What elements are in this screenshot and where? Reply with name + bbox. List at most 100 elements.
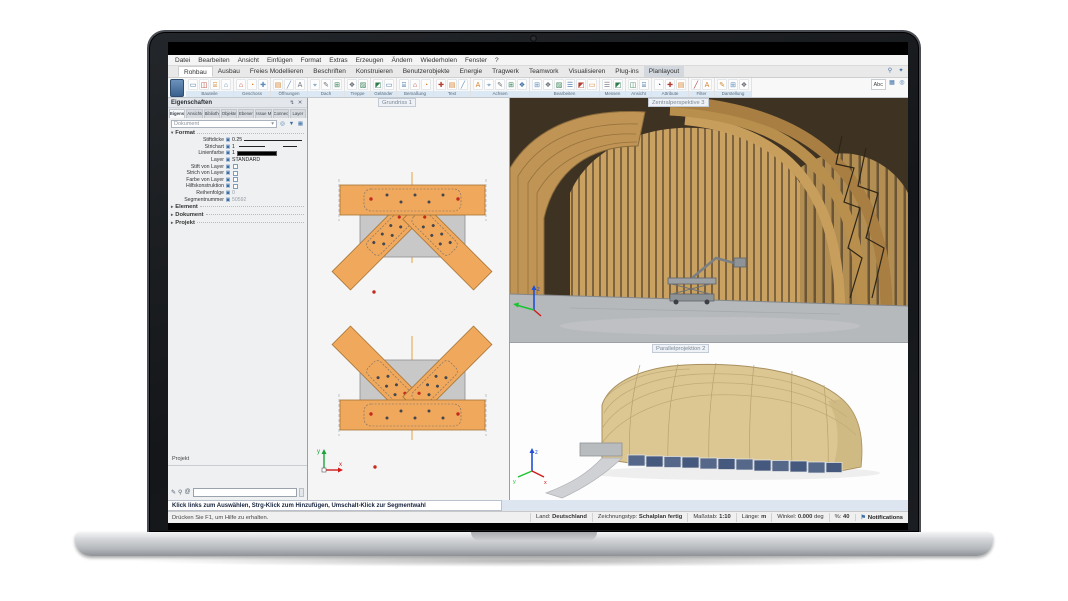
menu-item-einfgen[interactable]: Einfügen [263,57,297,64]
toolbar-icon[interactable]: ❖ [517,79,527,90]
toolbar-icon[interactable]: ◩ [373,79,383,90]
toolbar-icon[interactable]: ⊞ [728,79,738,90]
ribbon-tab-freiesmodellieren[interactable]: Freies Modellieren [245,66,308,77]
search-properties-icon[interactable]: ◎ [279,121,286,127]
property-checkbox[interactable] [233,171,238,176]
chord-beam[interactable] [340,185,485,215]
viewport-plan[interactable]: Grundriss 1 [308,98,510,500]
panel-tab-bibliothek[interactable]: Bibliothek [204,109,220,118]
close-panel-icon[interactable]: ✕ [296,99,304,107]
toolbar-icon[interactable]: ▤ [273,79,283,90]
panel-tab-eigensch[interactable]: Eigensch... [169,109,185,118]
property-checkbox[interactable] [233,184,238,189]
ribbon-tab-tragwerk[interactable]: Tragwerk [487,66,524,77]
format-section-header[interactable]: ▾ Format [168,129,307,137]
panel-tab-objekte[interactable]: Objekte [221,109,237,118]
menu-item-wiederholen[interactable]: Wiederholen [416,57,461,64]
panel-tab-layer[interactable]: Layer [290,109,306,118]
menu-item-format[interactable]: Format [297,57,326,64]
app-logo-icon[interactable] [170,79,184,97]
toolbar-icon[interactable]: ⌸ [639,79,649,90]
filter-icon[interactable]: ▼ [288,121,295,127]
stamp-icon[interactable]: ⚲ [178,489,182,496]
section-projekt[interactable]: ▸Projekt [168,219,307,227]
viewport-parallel[interactable]: Parallelprojektion 2 [510,343,908,500]
ribbon-tab-rohbau[interactable]: Rohbau [178,66,213,77]
toolbar-icon[interactable]: ◔ [421,79,431,90]
menu-item-extras[interactable]: Extras [325,57,351,64]
grid-view-icon[interactable]: ▦ [297,121,304,127]
pin-icon[interactable]: ✦ [897,67,905,75]
ribbon-tab-energie[interactable]: Energie [455,66,487,77]
ribbon-tab-planlayout[interactable]: Planlayout [644,66,684,77]
at-icon[interactable]: @ [184,489,190,495]
toolbar-icon[interactable]: ◩ [613,79,623,90]
status-field-zeichnungstyp[interactable]: Zeichnungstyp: Schalplan fertig [592,513,687,522]
scope-select[interactable]: Dokument ▾ [171,120,277,128]
status-field-land[interactable]: Land: Deutschland [530,513,592,522]
toolbar-icon[interactable]: ◫ [628,79,638,90]
property-value[interactable]: 50592 [232,197,246,203]
toolbar-icon[interactable]: ◩ [576,79,586,90]
toolbar-icon[interactable]: ✎ [321,79,331,90]
status-field-[interactable]: %: 40 [829,513,855,522]
ribbon-tab-plugins[interactable]: Plug-ins [610,66,643,77]
toolbar-icon[interactable]: ⊞ [506,79,516,90]
toolbar-icon[interactable]: ⊞ [532,79,542,90]
search-icon[interactable]: ⚲ [886,67,894,75]
toolbar-icon[interactable]: ✚ [436,79,446,90]
property-value[interactable]: 1 [232,150,235,156]
toolbar-icon[interactable]: ⊞ [332,79,342,90]
command-spinner[interactable] [299,488,304,497]
panel-tab-ebenen[interactable]: Ebenen [238,109,254,118]
viewport-perspective[interactable]: Zentralperspektive 3 [510,98,908,343]
toolbar-icon[interactable]: ▭ [188,79,198,90]
toolbar-icon[interactable]: ▨ [554,79,564,90]
toolbar-icon[interactable]: ▤ [676,79,686,90]
status-field-lnge[interactable]: Länge: m [736,513,772,522]
viewport-plan-label[interactable]: Grundriss 1 [378,98,416,107]
toolbar-icon[interactable]: ⌸ [399,79,409,90]
pin-panel-icon[interactable]: ↯ [288,99,296,107]
menu-item-datei[interactable]: Datei [171,57,194,64]
toolbar-icon[interactable]: ⌖ [310,79,320,90]
viewport-perspective-label[interactable]: Zentralperspektive 3 [648,98,709,107]
notifications-button[interactable]: ⚑ Notifications [855,514,909,521]
property-value[interactable]: 0.25 [232,137,242,143]
property-value[interactable]: STANDARD [232,157,260,163]
toolbar-icon[interactable]: ◔ [654,79,664,90]
grid-icon[interactable]: ▦ [888,79,896,87]
toolbar-icon[interactable]: ╱ [458,79,468,90]
toolbar-icon[interactable]: ▤ [447,79,457,90]
panel-tab-connect[interactable]: Connect [273,109,289,118]
toolbar-icon[interactable]: ⌂ [410,79,420,90]
ribbon-tab-teamwork[interactable]: Teamwork [524,66,564,77]
toolbar-icon[interactable]: ✎ [717,79,727,90]
toolbar-icon[interactable]: ◫ [199,79,209,90]
magnifier-icon[interactable]: ◎ [898,79,906,87]
stray-marker-2[interactable] [373,465,376,468]
toolbar-icon[interactable]: ╱ [284,79,294,90]
ribbon-tab-benutzerobjekte[interactable]: Benutzerobjekte [398,66,455,77]
status-field-winkel[interactable]: Winkel: 0.000 deg [771,513,828,522]
toolbar-icon[interactable]: ⌖ [484,79,494,90]
toolbar-icon[interactable]: ⌸ [210,79,220,90]
menu-item-ndern[interactable]: Ändern [387,57,416,64]
color-swatch[interactable] [237,151,277,156]
toolbar-icon[interactable]: ▭ [384,79,394,90]
toolbar-icon[interactable]: ✚ [665,79,675,90]
pencil-icon[interactable]: ✎ [171,489,176,496]
toolbar-icon[interactable]: ☰ [565,79,575,90]
viewport-parallel-label[interactable]: Parallelprojektion 2 [652,344,709,353]
property-checkbox[interactable] [233,177,238,182]
menu-item-ansicht[interactable]: Ansicht [234,57,263,64]
toolbar-icon[interactable]: A [473,79,483,90]
chord-beam-2[interactable] [340,400,485,430]
menu-item-erzeugen[interactable]: Erzeugen [352,57,388,64]
toolbar-icon[interactable]: ◔ [247,79,257,90]
toolbar-icon[interactable]: ▨ [358,79,368,90]
section-dokument[interactable]: ▸Dokument [168,211,307,219]
toolbar-icon[interactable]: ⌂ [221,79,231,90]
panel-tab-ansichten[interactable]: Ansichten [186,109,202,118]
toolbar-icon[interactable]: ❖ [347,79,357,90]
